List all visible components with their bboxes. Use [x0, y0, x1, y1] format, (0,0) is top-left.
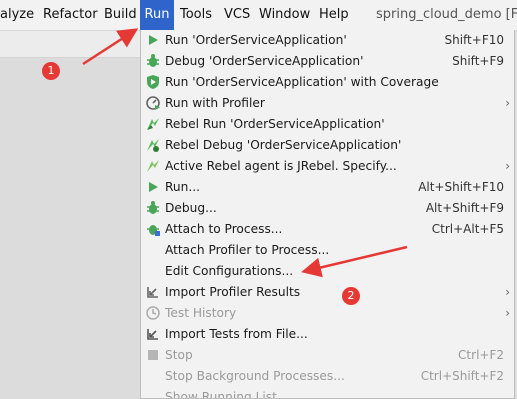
menu-item-attach-process[interactable]: Attach to Process... Ctrl+Alt+F5: [141, 219, 514, 240]
menu-item-label: Show Running List: [165, 390, 277, 399]
menu-item-debug-dialog[interactable]: Debug... Alt+Shift+F9: [141, 198, 514, 219]
run-dropdown-menu: Run 'OrderServiceApplication' Shift+F10 …: [140, 30, 515, 399]
menu-build[interactable]: Build: [104, 0, 137, 30]
submenu-chevron-icon: ›: [505, 306, 510, 320]
annotation-marker-2: 2: [342, 287, 360, 305]
menu-item-run-dialog[interactable]: Run... Alt+Shift+F10: [141, 177, 514, 198]
menu-item-test-history[interactable]: Test History ›: [141, 303, 514, 324]
submenu-chevron-icon: ›: [505, 159, 510, 173]
window-title: spring_cloud_demo [F:\: [376, 7, 517, 22]
menu-item-rebel-agent[interactable]: Active Rebel agent is JRebel. Specify...…: [141, 156, 514, 177]
menu-item-import-tests[interactable]: Import Tests from File...: [141, 324, 514, 345]
menu-item-label: Import Tests from File...: [165, 327, 308, 341]
menu-refactor[interactable]: Refactor: [43, 0, 98, 30]
menu-item-debug-app[interactable]: Debug 'OrderServiceApplication' Shift+F9: [141, 51, 514, 72]
import-results-icon: [147, 287, 158, 298]
shortcut-label: Shift+F10: [444, 33, 504, 47]
run-play-icon: [149, 182, 158, 192]
debug-bug-icon: [147, 54, 159, 67]
menu-item-label: Edit Configurations...: [165, 264, 294, 278]
menu-item-stop-background[interactable]: Stop Background Processes... Ctrl+Shift+…: [141, 366, 514, 387]
menu-item-label: Import Profiler Results: [165, 285, 301, 299]
profiler-icon: [146, 96, 160, 110]
menu-item-label: Run 'OrderServiceApplication': [165, 33, 347, 47]
annotation-marker-1: 1: [42, 62, 60, 80]
toolbar-strip: [0, 31, 140, 58]
editor-background: [0, 31, 141, 399]
submenu-chevron-icon: ›: [505, 96, 510, 110]
debug-bug-icon: [147, 201, 159, 214]
history-clock-icon: [146, 306, 160, 320]
shortcut-label: Ctrl+Alt+F5: [431, 222, 504, 236]
import-tests-icon: [147, 329, 158, 340]
menu-item-label: Rebel Debug 'OrderServiceApplication': [165, 138, 402, 152]
menu-item-show-running-list[interactable]: Show Running List: [141, 387, 514, 399]
submenu-chevron-icon: ›: [505, 285, 510, 299]
menu-item-label: Debug...: [165, 201, 217, 215]
menu-run[interactable]: Run: [140, 0, 174, 30]
menu-item-import-profiler-results[interactable]: Import Profiler Results ›: [141, 282, 514, 303]
menu-item-label: Test History: [165, 306, 237, 320]
menu-item-label: Active Rebel agent is JRebel. Specify...: [165, 159, 397, 173]
menu-item-label: Stop: [165, 348, 193, 362]
menu-window[interactable]: Window: [259, 0, 310, 30]
jrebel-debug-icon: [147, 139, 159, 152]
menu-item-attach-profiler[interactable]: Attach Profiler to Process...: [141, 240, 514, 261]
shortcut-label: Alt+Shift+F10: [418, 180, 504, 194]
jrebel-run-icon: [147, 118, 159, 130]
shortcut-label: Ctrl+F2: [458, 348, 504, 362]
menu-item-label: Run 'OrderServiceApplication' with Cover…: [165, 75, 439, 89]
menu-tools[interactable]: Tools: [180, 0, 212, 30]
menu-item-stop[interactable]: Stop Ctrl+F2: [141, 345, 514, 366]
menu-item-rebel-run[interactable]: Rebel Run 'OrderServiceApplication': [141, 114, 514, 135]
menu-item-run-app[interactable]: Run 'OrderServiceApplication' Shift+F10: [141, 30, 514, 51]
menu-vcs[interactable]: VCS: [224, 0, 250, 30]
stop-square-icon: [148, 350, 158, 360]
menu-item-label: Attach Profiler to Process...: [165, 243, 330, 257]
jrebel-agent-icon: [147, 160, 159, 172]
menu-item-label: Stop Background Processes...: [165, 369, 345, 383]
menu-item-label: Run...: [165, 180, 200, 194]
shortcut-label: Alt+Shift+F9: [425, 201, 504, 215]
menu-help[interactable]: Help: [319, 0, 349, 30]
menu-analyze[interactable]: alyze: [0, 0, 34, 30]
menu-item-label: Run with Profiler: [165, 96, 265, 110]
shortcut-label: Ctrl+Shift+F2: [420, 369, 504, 383]
menu-item-label: Attach to Process...: [165, 222, 283, 236]
menu-item-label: Debug 'OrderServiceApplication': [165, 54, 364, 68]
menu-item-label: Rebel Run 'OrderServiceApplication': [165, 117, 385, 131]
attach-bug-icon: [147, 225, 160, 236]
menu-item-run-coverage[interactable]: Run 'OrderServiceApplication' with Cover…: [141, 72, 514, 93]
menu-item-rebel-debug[interactable]: Rebel Debug 'OrderServiceApplication': [141, 135, 514, 156]
coverage-shield-icon: [147, 75, 159, 89]
shortcut-label: Shift+F9: [452, 54, 504, 68]
menu-item-run-profiler[interactable]: Run with Profiler ›: [141, 93, 514, 114]
run-play-icon: [149, 35, 158, 45]
main-menu-bar: alyze Refactor Build Run Tools VCS Windo…: [0, 0, 517, 31]
menu-item-edit-configurations[interactable]: Edit Configurations...: [141, 261, 514, 282]
